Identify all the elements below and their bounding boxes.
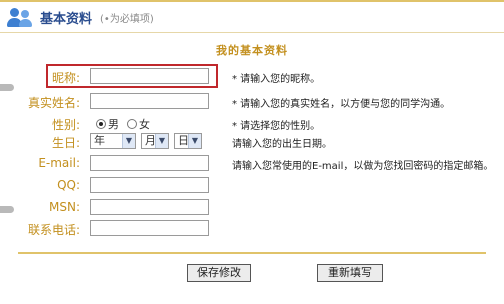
birth-month-select[interactable]: 月 ▼	[141, 133, 169, 149]
phone-row: 联系电话:	[0, 219, 504, 237]
qq-label: QQ:	[57, 178, 80, 192]
title-divider	[0, 32, 504, 33]
gender-hint: * 请选择您的性别。	[232, 121, 321, 132]
realname-hint: * 请输入您的真实姓名，以方便与您的同学沟通。	[232, 99, 451, 110]
birth-year-value: 年	[94, 134, 105, 147]
top-border	[0, 0, 504, 2]
page-title: 我的基本资料	[216, 44, 288, 57]
birthday-hint: 请输入您的出生日期。	[232, 139, 332, 150]
required-note: (•为必填项)	[100, 13, 154, 25]
email-hint: 请输入您常使用的E-mail，以做为您找回密码的指定邮箱。	[232, 161, 494, 172]
bottom-divider	[18, 252, 486, 254]
side-tab-top	[0, 84, 14, 91]
birthday-row: 生日: 年 ▼ 月 ▼ 日 ▼ 请输入您的出生日期。	[0, 132, 504, 150]
chevron-down-icon: ▼	[122, 134, 135, 148]
chevron-down-icon: ▼	[188, 134, 201, 148]
reset-button[interactable]: 重新填写	[317, 264, 383, 282]
chevron-down-icon: ▼	[155, 134, 168, 148]
email-input[interactable]	[90, 155, 209, 171]
section-title: 基本资料	[40, 11, 93, 27]
gender-label: 性别:	[51, 118, 80, 132]
realname-row: 真实姓名: * 请输入您的真实姓名，以方便与您的同学沟通。	[0, 92, 504, 110]
gender-options: 男 女	[96, 116, 158, 132]
realname-input[interactable]	[90, 93, 209, 109]
qq-input[interactable]	[90, 177, 209, 193]
save-button[interactable]: 保存修改	[187, 264, 251, 282]
phone-label: 联系电话:	[27, 223, 80, 237]
qq-row: QQ:	[0, 176, 504, 194]
birth-day-select[interactable]: 日 ▼	[174, 133, 202, 149]
phone-input[interactable]	[90, 220, 209, 236]
users-icon	[6, 6, 36, 28]
gender-female-label: 女	[139, 118, 150, 131]
msn-label: MSN:	[49, 200, 80, 214]
section-header: 基本资料 (•为必填项)	[6, 4, 154, 30]
realname-label: 真实姓名:	[27, 96, 80, 110]
email-label: E-mail:	[38, 156, 80, 170]
birth-year-select[interactable]: 年 ▼	[90, 133, 136, 149]
nickname-hint: * 请输入您的昵称。	[232, 74, 321, 85]
nickname-highlight-box	[46, 64, 218, 88]
gender-radio-female[interactable]	[127, 119, 137, 129]
birthday-label: 生日:	[51, 136, 80, 150]
gender-male-label: 男	[108, 118, 119, 131]
email-row: E-mail: 请输入您常使用的E-mail，以做为您找回密码的指定邮箱。	[0, 154, 504, 172]
gender-radio-male[interactable]	[96, 119, 106, 129]
gender-row: 性别: 男 女 * 请选择您的性别。	[0, 114, 504, 132]
msn-input[interactable]	[90, 199, 209, 215]
msn-row: MSN:	[0, 198, 504, 216]
